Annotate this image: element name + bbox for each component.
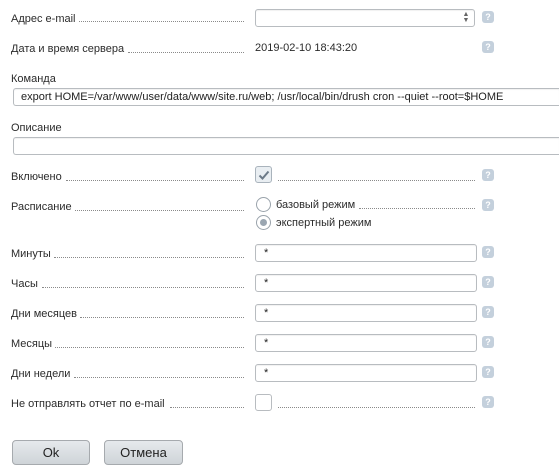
enabled-checkbox[interactable]: [255, 166, 272, 183]
help-icon[interactable]: ?: [482, 276, 494, 288]
leader-dots: [79, 21, 244, 22]
description-label: Описание: [11, 122, 62, 134]
help-icon[interactable]: ?: [482, 41, 494, 53]
hours-label: Часы: [11, 278, 38, 290]
no-email-report-checkbox[interactable]: [255, 394, 272, 411]
leader-dots: [74, 377, 244, 378]
days-of-month-input[interactable]: *: [255, 304, 477, 322]
schedule-basic-radio[interactable]: [256, 197, 271, 212]
server-time-label: Дата и время сервера: [11, 43, 125, 55]
command-input[interactable]: export HOME=/var/www/user/data/www/site.…: [13, 88, 559, 106]
days-of-month-value: *: [264, 307, 269, 319]
help-icon[interactable]: ?: [482, 396, 494, 408]
leader-dots: [278, 180, 475, 181]
schedule-expert-label[interactable]: экспертный режим: [276, 217, 371, 229]
months-input[interactable]: *: [255, 334, 477, 352]
months-value: *: [264, 337, 269, 349]
schedule-expert-radio[interactable]: [256, 215, 271, 230]
email-select[interactable]: ▲ ▼: [255, 9, 475, 27]
leader-dots: [42, 287, 244, 288]
leader-dots: [80, 317, 244, 318]
leader-dots: [278, 407, 475, 408]
help-icon[interactable]: ?: [482, 336, 494, 348]
updown-arrows-icon: ▲ ▼: [462, 11, 470, 24]
months-label: Месяцы: [11, 338, 53, 350]
hours-value: *: [264, 277, 269, 289]
help-icon[interactable]: ?: [482, 306, 494, 318]
schedule-basic-label[interactable]: базовый режим: [276, 199, 355, 211]
checkmark-icon: [258, 170, 270, 180]
days-of-month-label: Дни месяцев: [11, 308, 77, 320]
hours-input[interactable]: *: [255, 274, 477, 292]
leader-dots: [75, 210, 244, 211]
minutes-value: *: [264, 247, 269, 259]
no-email-report-label: Не отправлять отчет по e-mail: [11, 398, 165, 410]
leader-dots: [128, 52, 244, 53]
minutes-input[interactable]: *: [255, 244, 477, 262]
minutes-label: Минуты: [11, 248, 51, 260]
enabled-label: Включено: [11, 171, 62, 183]
help-icon[interactable]: ?: [482, 199, 494, 211]
ok-button[interactable]: Ok: [12, 440, 90, 465]
days-of-week-value: *: [264, 367, 269, 379]
leader-dots: [170, 407, 244, 408]
leader-dots: [66, 180, 244, 181]
days-of-week-label: Дни недели: [11, 368, 71, 380]
leader-dots: [359, 208, 475, 209]
help-icon[interactable]: ?: [482, 169, 494, 181]
days-of-week-input[interactable]: *: [255, 364, 477, 382]
description-input[interactable]: [13, 137, 559, 155]
help-icon[interactable]: ?: [482, 246, 494, 258]
cancel-button[interactable]: Отмена: [104, 440, 183, 465]
leader-dots: [55, 347, 244, 348]
email-label: Адрес e-mail: [11, 13, 76, 25]
command-label: Команда: [11, 73, 56, 85]
schedule-label: Расписание: [11, 201, 72, 213]
command-value: export HOME=/var/www/user/data/www/site.…: [21, 91, 504, 103]
help-icon[interactable]: ?: [482, 366, 494, 378]
leader-dots: [54, 257, 244, 258]
help-icon[interactable]: ?: [482, 11, 494, 23]
server-time-value: 2019-02-10 18:43:20: [255, 42, 358, 54]
